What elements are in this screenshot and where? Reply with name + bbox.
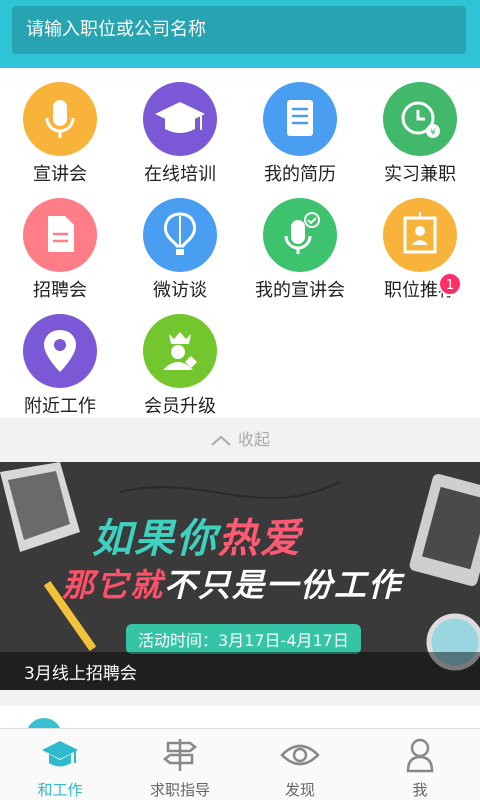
person-icon — [406, 738, 434, 773]
grid-item-label: 实习兼职 — [384, 164, 456, 185]
grid-item-label: 宣讲会 — [33, 164, 87, 185]
crown-user-icon — [143, 314, 217, 388]
eye-icon — [280, 744, 320, 766]
tab-label: 发现 — [284, 781, 315, 799]
banner-headline-part1: 如果你 — [92, 516, 218, 562]
grid-item-label: 会员升级 — [144, 396, 216, 417]
location-pin-icon — [23, 314, 97, 388]
collapse-label: 收起 — [237, 430, 270, 449]
collapse-toggle[interactable]: 收起 — [0, 418, 480, 462]
grid-item-job-fair[interactable]: 招聘会 — [0, 184, 120, 301]
banner-headline: 如果你热爱 — [92, 506, 302, 564]
balloon-icon — [143, 198, 217, 272]
grid-item-label: 我的宣讲会 — [255, 280, 345, 301]
laptop-icon — [0, 462, 80, 552]
microphone-icon — [23, 82, 97, 156]
tab-me[interactable]: 我 — [360, 729, 480, 800]
banner-subheadline-part2: 不只是一份工作 — [164, 566, 403, 604]
grid-item-my-resume[interactable]: 我的简历 — [240, 68, 360, 185]
banner-date: 活动时间：3月17日-4月17日 — [126, 624, 361, 654]
grid-item-label: 微访谈 — [153, 280, 207, 301]
svg-text:¥: ¥ — [430, 128, 436, 138]
banner-headline-part2: 热爱 — [218, 516, 302, 562]
portrait-frame-icon — [383, 198, 457, 272]
grid-item-micro-interview[interactable]: 微访谈 — [120, 184, 240, 301]
bottom-tab-bar: 和工作 求职指导 发现 我 — [0, 728, 480, 800]
grid-item-online-training[interactable]: 在线培训 — [120, 68, 240, 185]
tab-label: 我 — [412, 781, 428, 799]
notification-badge: 1 — [438, 272, 462, 296]
tab-home[interactable]: 和工作 — [0, 729, 120, 800]
tablet-icon — [409, 473, 480, 587]
document-icon — [263, 82, 337, 156]
signpost-icon — [162, 739, 198, 771]
microphone-check-icon — [263, 198, 337, 272]
graduation-cap-icon — [42, 741, 78, 767]
tab-label: 求职指导 — [149, 781, 210, 799]
tab-discover[interactable]: 发现 — [240, 729, 360, 800]
grid-item-presentation[interactable]: 宣讲会 — [0, 68, 120, 185]
tab-label: 和工作 — [37, 781, 83, 799]
banner-subheadline: 那它就不只是一份工作 — [62, 560, 402, 606]
grid-item-label: 我的简历 — [264, 164, 336, 185]
grid-item-label: 招聘会 — [33, 280, 87, 301]
banner-subheadline-part1: 那它就 — [62, 566, 165, 604]
grid-item-label: 附近工作 — [24, 396, 96, 417]
header: 请输入职位或公司名称 — [0, 0, 480, 68]
grid-item-my-presentation[interactable]: 我的宣讲会 — [240, 184, 360, 301]
file-icon — [23, 198, 97, 272]
grid-item-internship[interactable]: ¥ 实习兼职 — [360, 68, 480, 185]
grid-item-label: 职位推荐 — [384, 280, 456, 301]
promo-banner[interactable]: 如果你热爱 那它就不只是一份工作 活动时间：3月17日-4月17日 3月线上招聘… — [0, 462, 480, 690]
grid-item-vip-upgrade[interactable]: 会员升级 — [120, 300, 240, 417]
grid-item-nearby-jobs[interactable]: 附近工作 — [0, 300, 120, 417]
feature-grid: 宣讲会 在线培训 我的简历 ¥ 实习兼职 招聘会 微访谈 我的宣讲会 职位推荐 … — [0, 68, 480, 418]
graduation-cap-icon — [143, 82, 217, 156]
chevron-up-icon — [211, 435, 231, 446]
search-input[interactable]: 请输入职位或公司名称 — [12, 6, 466, 54]
grid-item-job-recommend[interactable]: 职位推荐 — [360, 184, 480, 301]
banner-caption: 3月线上招聘会 — [24, 664, 137, 684]
tab-job-guidance[interactable]: 求职指导 — [120, 729, 240, 800]
grid-item-label: 在线培训 — [144, 164, 216, 185]
clock-money-icon: ¥ — [383, 82, 457, 156]
